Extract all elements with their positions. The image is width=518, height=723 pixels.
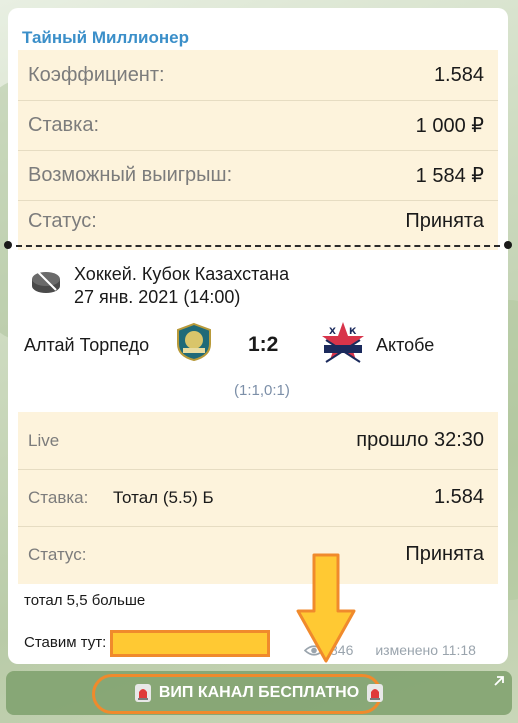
live-label: Live <box>28 430 60 450</box>
selection-odds: 1.584 <box>433 486 484 508</box>
selection-label: Ставка: <box>28 487 89 507</box>
channel-name[interactable]: Тайный Миллионер <box>22 28 189 48</box>
post-note: тотал 5,5 больше <box>24 592 146 609</box>
summary-label: Возможный выигрыш: <box>28 163 233 186</box>
message-bubble: Тайный Миллионер Коэффициент: 1.584 Став… <box>4 8 512 664</box>
svg-text:К: К <box>349 327 357 337</box>
home-team-logo <box>177 322 211 362</box>
summary-label: Ставка: <box>28 113 99 136</box>
perforation-dot <box>4 241 12 249</box>
match-score: 1:2 <box>248 333 279 356</box>
place-here-label: Ставим тут: <box>24 634 107 651</box>
vip-button-label: ВИП КАНАЛ БЕСПЛАТНО <box>158 684 360 701</box>
vip-channel-button-content[interactable]: ВИП КАНАЛ БЕСПЛАТНО <box>6 671 512 715</box>
selection-market: Тотал (5.5) Б <box>113 487 214 507</box>
summary-row-status: Статус: Принята <box>18 196 498 246</box>
siren-icon <box>134 684 151 702</box>
status-row: Статус: Принята <box>18 526 498 583</box>
away-team-logo: Х К <box>322 322 364 363</box>
pointer-arrow-icon <box>296 553 356 663</box>
summary-value: 1.584 <box>433 63 484 86</box>
status-label: Статус: <box>28 544 87 564</box>
summary-label: Коэффициент: <box>28 63 165 86</box>
summary-row-odds: Коэффициент: 1.584 <box>18 50 498 100</box>
summary-row-stake: Ставка: 1 000 ₽ <box>18 100 498 150</box>
summary-value: 1 000 ₽ <box>415 114 484 137</box>
match-panel: Хоккей. Кубок Казахстана 27 янв. 2021 (1… <box>18 252 498 412</box>
edited-timestamp: изменено 11:18 <box>375 642 476 658</box>
live-value: прошло 32:30 <box>356 429 484 451</box>
summary-value: Принята <box>405 209 484 232</box>
redacted-link-highlight <box>110 630 270 657</box>
selection-row: Ставка: Тотал (5.5) Б 1.584 <box>18 469 498 526</box>
status-value: Принята <box>405 543 484 565</box>
perforation-line <box>16 245 500 247</box>
live-row: Live прошло 32:30 <box>18 412 498 469</box>
summary-row-payout: Возможный выигрыш: 1 584 ₽ <box>18 150 498 200</box>
svg-text:Х: Х <box>329 327 336 337</box>
hockey-puck-icon <box>32 269 60 293</box>
home-team-name: Алтай Торпедо <box>24 335 150 355</box>
away-team-name: Актобе <box>376 335 435 355</box>
external-link-icon <box>494 676 504 686</box>
period-scores: (1:1,0:1) <box>234 382 290 399</box>
league-name: Хоккей. Кубок Казахстана <box>74 264 290 284</box>
perforation-dot <box>504 241 512 249</box>
summary-label: Статус: <box>28 209 97 232</box>
summary-value: 1 584 ₽ <box>415 164 484 187</box>
match-date: 27 янв. 2021 (14:00) <box>74 287 241 307</box>
siren-icon <box>367 684 384 702</box>
